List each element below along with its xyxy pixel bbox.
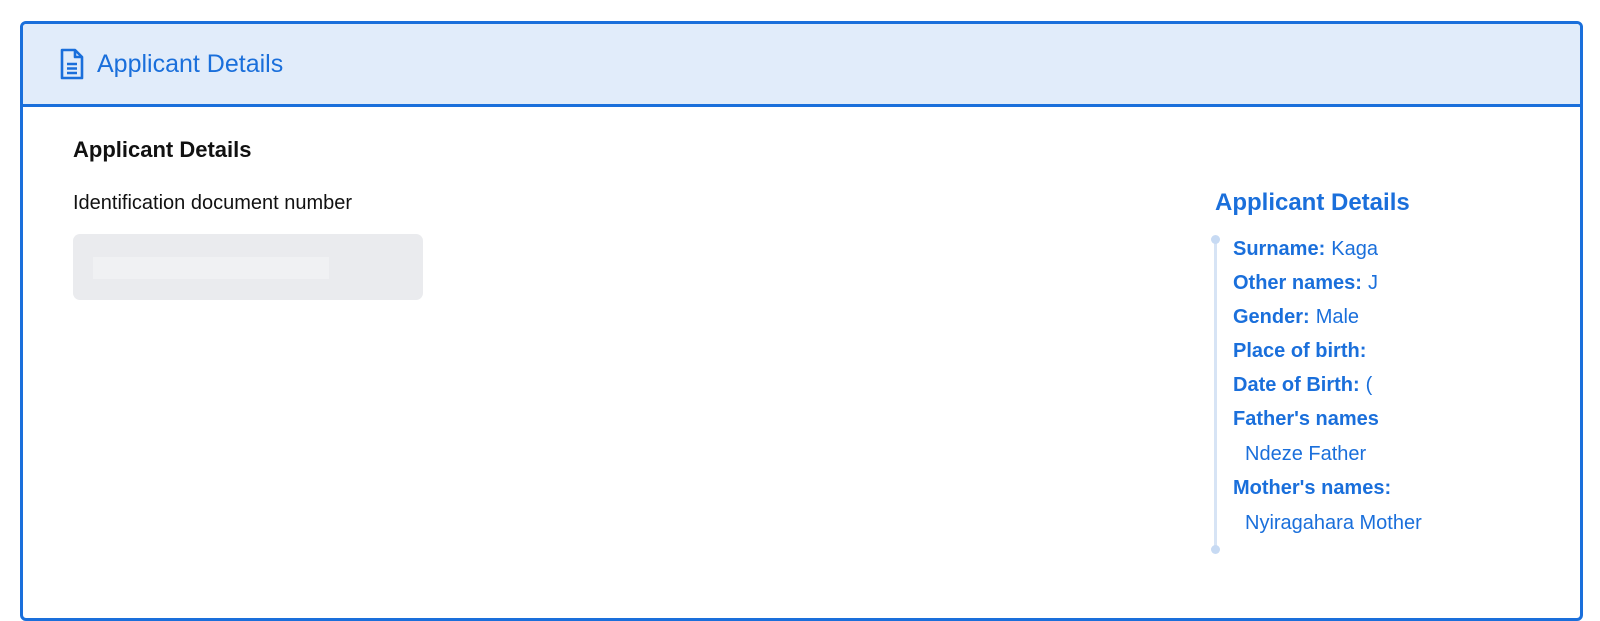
date-of-birth-label: Date of Birth: <box>1233 374 1360 396</box>
date-of-birth-row: Date of Birth:( <box>1233 371 1393 399</box>
other-names-value: J <box>1367 272 1378 294</box>
card-header: Applicant Details <box>23 24 1580 107</box>
date-of-birth-value: ( <box>1365 374 1373 396</box>
section-title: Applicant Details <box>73 137 252 162</box>
mother-names-value: Nyiragahara Mother <box>1245 512 1422 534</box>
timeline-end-dot <box>1211 545 1220 554</box>
gender-label: Gender: <box>1233 306 1310 328</box>
mother-names-row: Mother's names: <box>1233 474 1391 502</box>
document-icon <box>59 48 85 80</box>
id-document-number-label: Identification document number <box>73 192 353 214</box>
mother-names-label: Mother's names: <box>1233 477 1392 499</box>
applicant-details-card: Applicant Details Applicant Details Iden… <box>20 21 1583 621</box>
timeline-line <box>1214 239 1217 549</box>
surname-value: Kaga <box>1331 238 1378 260</box>
surname-label: Surname: <box>1233 238 1326 260</box>
summary-title: Applicant Details <box>1215 189 1410 216</box>
place-of-birth-row: Place of birth: <box>1233 337 1393 365</box>
redacted-value-mask <box>93 257 329 279</box>
place-of-birth-label: Place of birth: <box>1233 340 1367 362</box>
surname-row: Surname: Kaga <box>1233 235 1393 263</box>
other-names-label: Other names: <box>1233 272 1362 294</box>
father-names-label: Father's names <box>1233 408 1379 430</box>
gender-row: Gender: Male <box>1233 303 1393 331</box>
father-names-row: Father's names <box>1233 405 1393 433</box>
timeline-start-dot <box>1211 235 1220 244</box>
father-names-value: Ndeze Father <box>1245 443 1367 465</box>
card-header-title: Applicant Details <box>97 50 284 78</box>
gender-value: Male <box>1315 306 1360 328</box>
other-names-row: Other names: J <box>1233 269 1393 297</box>
